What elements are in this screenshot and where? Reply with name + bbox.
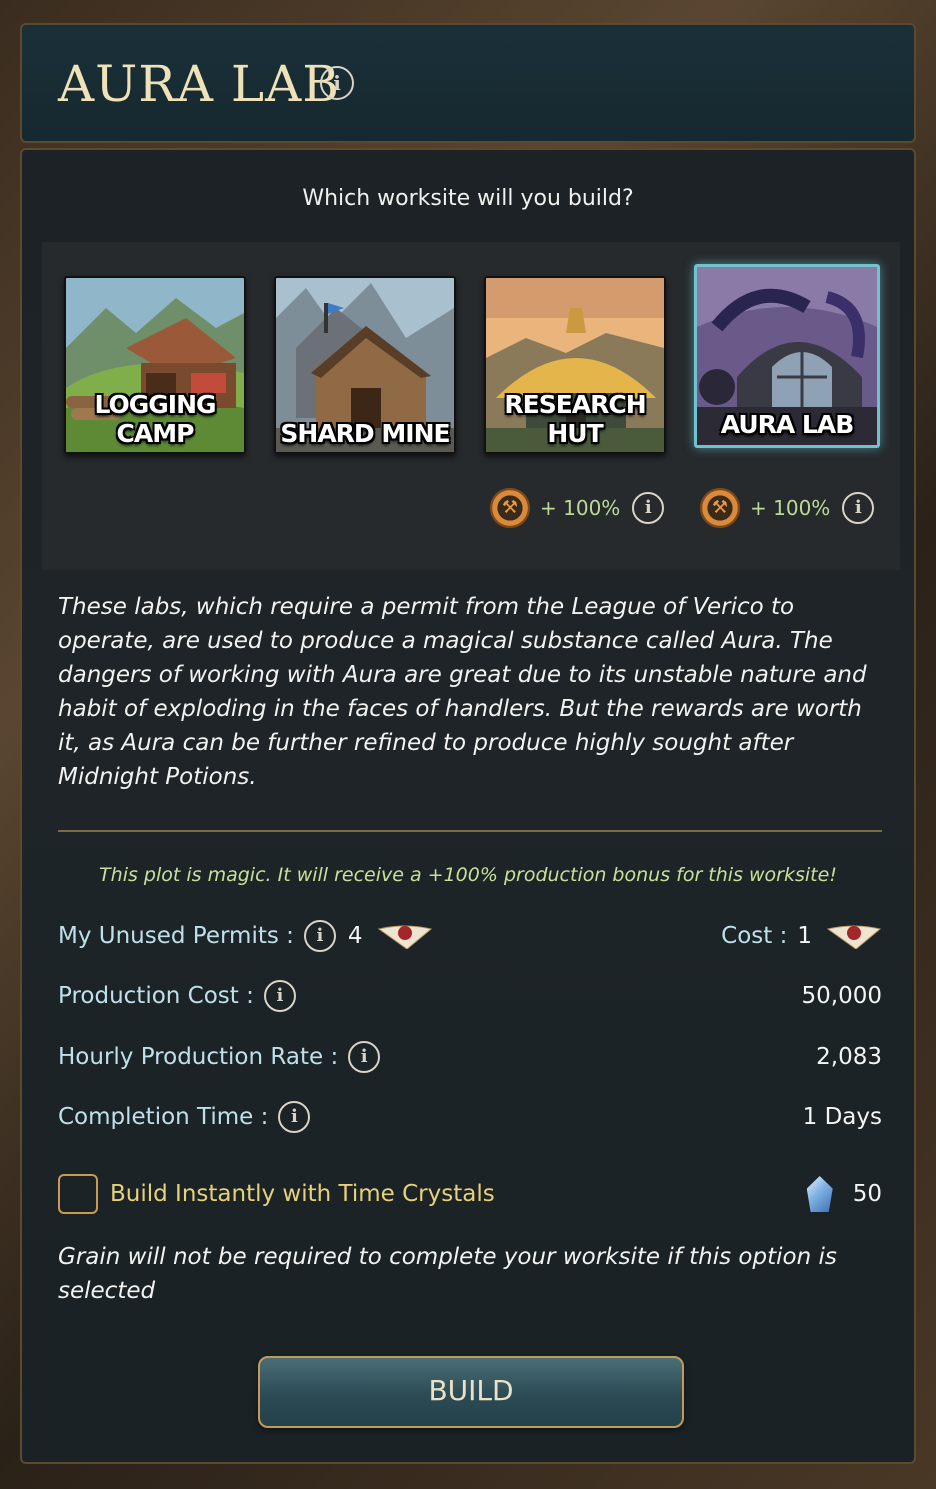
permit-icon	[826, 925, 882, 949]
hourly-rate-label: Hourly Production Rate :	[58, 1044, 339, 1070]
aura-lab-bonus: + 100% i	[700, 484, 875, 532]
info-icon[interactable]: i	[632, 492, 665, 524]
hourly-rate-value: 2,083	[816, 1044, 882, 1070]
worksite-label: RESEARCH HUT	[504, 390, 646, 448]
time-crystal-icon	[806, 1176, 833, 1212]
build-instantly-label[interactable]: Build Instantly with Time Crystals	[110, 1181, 495, 1207]
info-icon[interactable]: i	[842, 492, 875, 524]
production-cost-row: Production Cost : i 50,000	[58, 976, 882, 1016]
permits-row: My Unused Permits : i 4 Cost : 1	[58, 916, 882, 956]
worksite-label: LOGGING CAMP	[94, 390, 216, 448]
completion-time-value: 1 Days	[802, 1104, 882, 1130]
permits-label: My Unused Permits :	[58, 923, 294, 949]
header-panel: AURA LAB i	[20, 23, 916, 143]
time-crystal-cost: 50	[806, 1176, 882, 1212]
build-button[interactable]: BUILD	[258, 1356, 684, 1428]
hourly-rate-row: Hourly Production Rate : i 2,083	[58, 1037, 882, 1077]
build-instantly-row: Build Instantly with Time Crystals 50	[58, 1170, 882, 1218]
production-cost-value: 50,000	[801, 983, 882, 1009]
completion-time-row: Completion Time : i 1 Days	[58, 1097, 882, 1137]
info-icon[interactable]: i	[348, 1041, 381, 1073]
page-title: AURA LAB	[58, 55, 340, 113]
divider	[58, 830, 882, 832]
bonus-value: + 100%	[540, 496, 621, 520]
worksite-label: AURA LAB	[720, 410, 855, 439]
build-instantly-checkbox[interactable]	[58, 1174, 98, 1214]
worksite-description: These labs, which require a permit from …	[58, 594, 867, 790]
production-gear-icon	[490, 488, 530, 528]
grain-note: Grain will not be required to complete y…	[58, 1244, 837, 1304]
permit-cost: Cost : 1	[721, 923, 882, 949]
worksite-question: Which worksite will you build?	[302, 186, 634, 211]
worksite-card-shard-mine[interactable]: SHARD MINE	[274, 276, 456, 454]
worksite-panel: Which worksite will you build? LOGGING C…	[20, 148, 916, 1464]
cost-label: Cost :	[721, 923, 788, 949]
cost-value: 1	[797, 923, 812, 949]
worksite-options: LOGGING CAMP SHARD MINE RESEARCH HUT AUR…	[42, 242, 900, 570]
worksite-card-aura-lab[interactable]: AURA LAB	[694, 264, 880, 448]
worksite-card-research-hut[interactable]: RESEARCH HUT	[484, 276, 666, 454]
magic-plot-note: This plot is magic. It will receive a +1…	[99, 864, 837, 886]
bonus-value: + 100%	[750, 496, 831, 520]
production-gear-icon	[700, 488, 740, 528]
completion-time-label: Completion Time :	[58, 1104, 269, 1130]
worksite-card-logging-camp[interactable]: LOGGING CAMP	[64, 276, 246, 454]
crystal-cost-value: 50	[852, 1181, 882, 1207]
info-icon[interactable]: i	[320, 66, 354, 100]
research-hut-bonus: + 100% i	[490, 484, 665, 532]
permits-count: 4	[347, 923, 363, 949]
info-icon[interactable]: i	[303, 920, 336, 952]
production-cost-label: Production Cost :	[58, 983, 254, 1009]
info-icon[interactable]: i	[263, 980, 296, 1012]
worksite-label: SHARD MINE	[280, 419, 450, 448]
permit-icon	[377, 925, 432, 949]
info-icon[interactable]: i	[278, 1101, 311, 1133]
